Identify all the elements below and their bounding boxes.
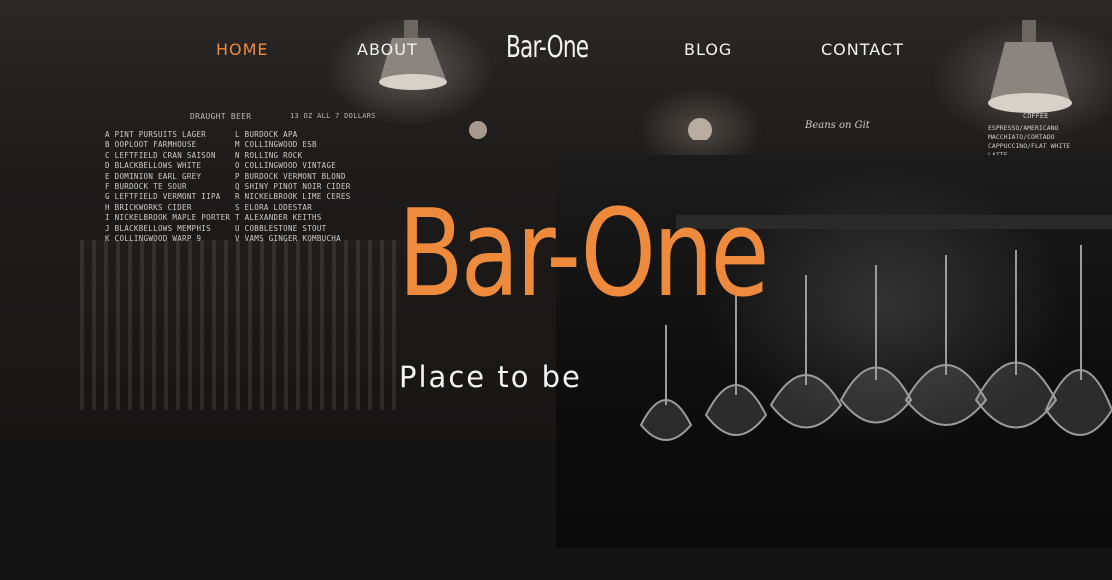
nav-home[interactable]: HOME [216, 40, 269, 59]
site-logo[interactable]: Bar-One [506, 30, 589, 65]
beer-item: O COLLINGWOOD VINTAGE [235, 161, 337, 171]
beer-item: E DOMINION EARL GREY [105, 171, 202, 181]
beer-item: C LEFTFIELD CRAN SAISON [105, 150, 216, 160]
beer-list-right: L BURDOCK APA M COLLINGWOOD ESB N ROLLIN… [235, 130, 351, 244]
beer-item: S ELORA LODESTAR [235, 202, 313, 212]
lamp-icon [688, 118, 712, 140]
beer-item: M COLLINGWOOD ESB [235, 140, 317, 150]
lamp-icon [988, 20, 1072, 113]
nav-contact[interactable]: CONTACT [821, 40, 904, 59]
beer-item: U COBBLESTONE STOUT [235, 223, 327, 233]
beer-item: T ALEXANDER KEITHS [235, 213, 322, 223]
beer-item: P BURDOCK VERMONT BLOND [235, 171, 346, 181]
beer-item: B OOPLOOT FARMHOUSE [105, 140, 197, 150]
beer-item: H BRICKWORKS CIDER [105, 202, 192, 212]
beer-item: Q SHINY PINOT NOIR CIDER [235, 182, 351, 192]
beer-item: D BLACKBELLOWS WHITE [105, 161, 202, 171]
hero-subtitle: Place to be [399, 360, 582, 394]
lamp-icon [469, 121, 487, 139]
beer-item: K COLLINGWOOD WARP 9 [105, 234, 202, 244]
beer-item: G LEFTFIELD VERMONT IIPA [105, 192, 221, 202]
beer-item: J BLACKBELLOWS MEMPHIS [105, 223, 211, 233]
coffee-item: CAPPUCCINO/FLAT WHITE [988, 142, 1071, 150]
beer-item: V VAMS GINGER KOMBUCHA [235, 234, 341, 244]
beer-item: R NICKELBROOK LIME CERES [235, 192, 351, 202]
beer-list-left: A PINT PURSUITS LAGER B OOPLOOT FARMHOUS… [105, 130, 230, 244]
nav-blog[interactable]: BLOG [684, 40, 732, 59]
beer-item: F BURDOCK TE SOUR [105, 182, 187, 192]
bottle-shelves [80, 240, 400, 410]
beer-item: I NICKELBROOK MAPLE PORTER [105, 213, 231, 223]
pendant-lamps [379, 20, 1072, 140]
hero-title: Bar-One [398, 185, 770, 324]
nav-about[interactable]: ABOUT [357, 40, 418, 59]
beer-item: N ROLLING ROCK [235, 150, 303, 160]
